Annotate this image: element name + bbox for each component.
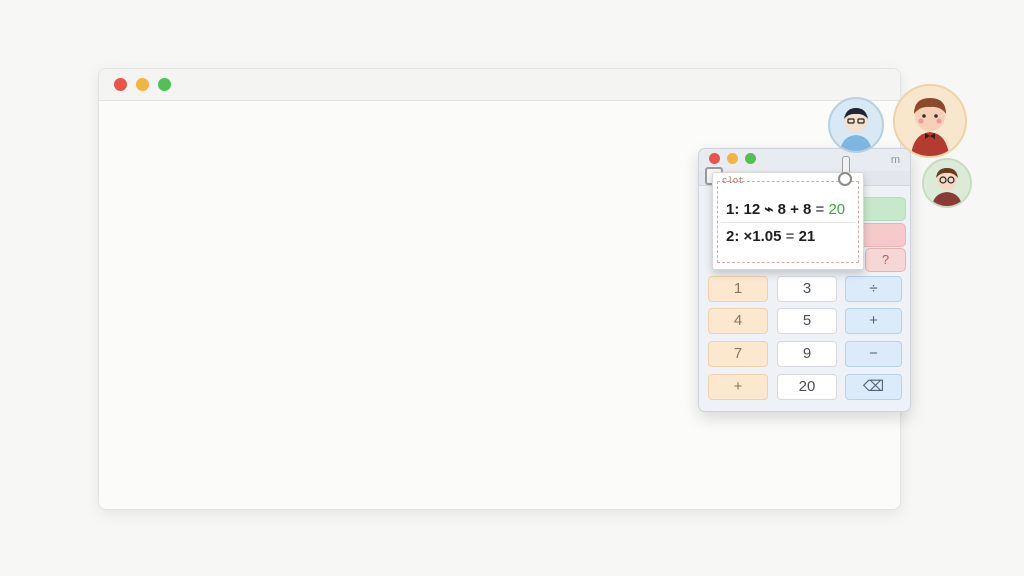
history-line-2[interactable]: 2: ×1.05 = 21	[726, 228, 815, 245]
key-5[interactable]: 5	[777, 308, 837, 334]
key-7[interactable]: 7	[708, 341, 768, 367]
tape-knob-icon	[838, 172, 852, 186]
tape-divider	[721, 222, 855, 223]
main-title-bar	[99, 69, 900, 101]
calculator-title-bar: m	[699, 149, 910, 171]
zoom-button[interactable]	[158, 78, 171, 91]
line-result: 21	[798, 228, 816, 245]
avatar-person-glasses[interactable]	[828, 97, 884, 153]
history-line-1[interactable]: 1: 12 ⌁ 8 + 8 = 20	[726, 200, 845, 218]
line-prefix: 1:	[726, 201, 740, 218]
line-expression: ×1.05	[743, 228, 782, 245]
line-equals: =	[785, 228, 795, 245]
avatar-person-bowtie[interactable]	[893, 84, 967, 158]
line-expression: 12 ⌁ 8 + 8	[743, 201, 812, 218]
tape-label: clot	[722, 176, 744, 186]
calculator-menu-icon[interactable]: m	[891, 154, 900, 166]
divide-key[interactable]: ÷	[845, 276, 902, 302]
calculator-zoom-button[interactable]	[745, 153, 756, 164]
minus-key[interactable]: −	[845, 341, 902, 367]
line-equals: =	[815, 201, 825, 218]
plus-key[interactable]: +	[845, 308, 902, 334]
close-button[interactable]	[114, 78, 127, 91]
calculator-close-button[interactable]	[709, 153, 720, 164]
key-20[interactable]: 20	[777, 374, 837, 400]
key-3[interactable]: 3	[777, 276, 837, 302]
backspace-key[interactable]: ⌫	[845, 374, 902, 400]
avatar-person-nerd-icon	[932, 168, 962, 206]
clear-key[interactable]	[859, 223, 906, 247]
equals-key[interactable]	[859, 197, 906, 221]
help-key[interactable]: ?	[865, 248, 906, 272]
avatar-person-nerd[interactable]	[922, 158, 972, 208]
key-4[interactable]: 4	[708, 308, 768, 334]
line-result: 20	[828, 201, 846, 218]
calculator-minimize-button[interactable]	[727, 153, 738, 164]
key-9[interactable]: 9	[777, 341, 837, 367]
minimize-button[interactable]	[136, 78, 149, 91]
avatar-person-glasses-icon	[840, 108, 872, 151]
line-prefix: 2:	[726, 228, 740, 245]
history-tape: clot 1: 12 ⌁ 8 + 8 = 20 2: ×1.05 = 21	[712, 172, 864, 270]
avatar-person-bowtie-icon	[911, 98, 949, 156]
key-1[interactable]: 1	[708, 276, 768, 302]
add-key[interactable]: +	[708, 374, 768, 400]
